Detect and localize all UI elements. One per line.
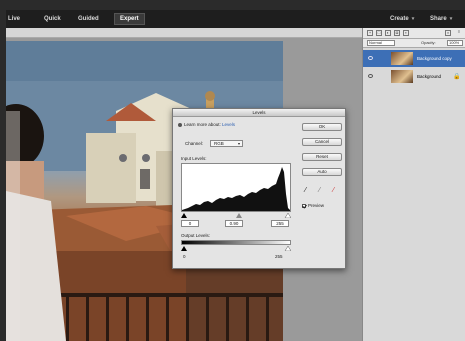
blend-mode-select[interactable]: Normal [367, 40, 395, 46]
delete-layer-icon[interactable]: × [445, 30, 451, 36]
create-button[interactable]: Create ▾ [390, 14, 414, 24]
channel-value: RGB [214, 141, 224, 146]
cancel-button[interactable]: Cancel [302, 138, 342, 146]
output-sliders[interactable] [181, 246, 291, 251]
output-gradient [181, 240, 291, 245]
dialog-title: Levels [173, 109, 345, 117]
reset-button[interactable]: Reset [302, 153, 342, 161]
layer-mask-icon[interactable]: ◘ [394, 30, 400, 36]
input-black-field[interactable]: 0 [181, 220, 199, 227]
lock-icon: 🔒 [453, 74, 461, 80]
photo-editor-window: Live Quick Guided Expert Create ▾ Share ▾ [0, 0, 465, 341]
lock-icon[interactable]: ▪ [403, 30, 409, 36]
levels-dialog: Levels Learn more about: Levels Channel:… [172, 108, 346, 269]
layers-options: Normal Opacity: 100% [363, 39, 465, 48]
layer-name: Background [417, 74, 442, 79]
input-white-field[interactable]: 255 [271, 220, 289, 227]
chevron-down-icon: ▾ [411, 16, 415, 22]
create-label: Create [390, 16, 409, 22]
panel-menu-icon[interactable]: ≡ [456, 30, 462, 36]
lightbulb-icon [178, 122, 182, 127]
layers-toolbar: + □ ◐ ◘ ▪ × ≡ [363, 28, 465, 39]
layers-panel: + □ ◐ ◘ ▪ × ≡ Normal Opacity: 100% Backg… [362, 28, 465, 341]
eye-icon[interactable] [368, 74, 373, 78]
chevron-down-icon: ▾ [449, 16, 453, 22]
mode-bar: Live Quick Guided Expert Create ▾ Share ▾ [6, 10, 465, 28]
new-group-icon[interactable]: □ [376, 30, 382, 36]
mode-live[interactable]: Live [8, 14, 20, 24]
ok-button[interactable]: OK [302, 123, 342, 131]
output-white-value[interactable]: 255 [275, 254, 283, 260]
input-gamma-field[interactable]: 0.90 [225, 220, 243, 227]
share-label: Share [430, 16, 447, 22]
histogram [181, 163, 291, 212]
learn-more-link[interactable]: Levels [222, 122, 235, 127]
share-button[interactable]: Share ▾ [430, 14, 452, 24]
output-levels-label: Output Levels: [181, 233, 211, 238]
gray-eyedropper-icon[interactable]: ⁄ [319, 187, 326, 194]
channel-label: Channel: [185, 141, 204, 146]
layer-thumbnail [391, 52, 413, 65]
opacity-label: Opacity: [421, 40, 436, 45]
mode-expert[interactable]: Expert [114, 13, 145, 25]
chevron-down-icon: ▾ [237, 141, 240, 146]
auto-button[interactable]: Auto [302, 168, 342, 176]
layer-row-background[interactable]: Background 🔒 [363, 68, 465, 85]
histogram-graph [182, 167, 290, 211]
layer-name: Background copy [417, 56, 452, 61]
input-sliders[interactable] [181, 213, 291, 218]
eye-icon[interactable] [368, 56, 373, 60]
adjustment-layer-icon[interactable]: ◐ [385, 30, 391, 36]
new-layer-icon[interactable]: + [367, 30, 373, 36]
opacity-field[interactable]: 100% [447, 40, 463, 46]
black-eyedropper-icon[interactable]: ⁄ [305, 187, 312, 194]
checkbox-icon [302, 203, 306, 208]
learn-more: Learn more about: Levels [178, 122, 235, 128]
document-tab-strip [6, 28, 362, 38]
layer-thumbnail [391, 70, 413, 83]
output-black-value[interactable]: 0 [183, 254, 186, 260]
preview-label: Preview [308, 203, 325, 208]
channel-select[interactable]: RGB ▾ [210, 140, 243, 147]
mode-guided[interactable]: Guided [78, 14, 99, 24]
preview-checkbox[interactable]: Preview [302, 203, 324, 209]
white-eyedropper-icon[interactable]: ⁄ [333, 187, 340, 194]
learn-prefix: Learn more about: [184, 122, 221, 127]
input-levels-label: Input Levels: [181, 156, 207, 161]
layer-row-background-copy[interactable]: Background copy [363, 50, 465, 67]
mode-quick[interactable]: Quick [44, 14, 61, 24]
